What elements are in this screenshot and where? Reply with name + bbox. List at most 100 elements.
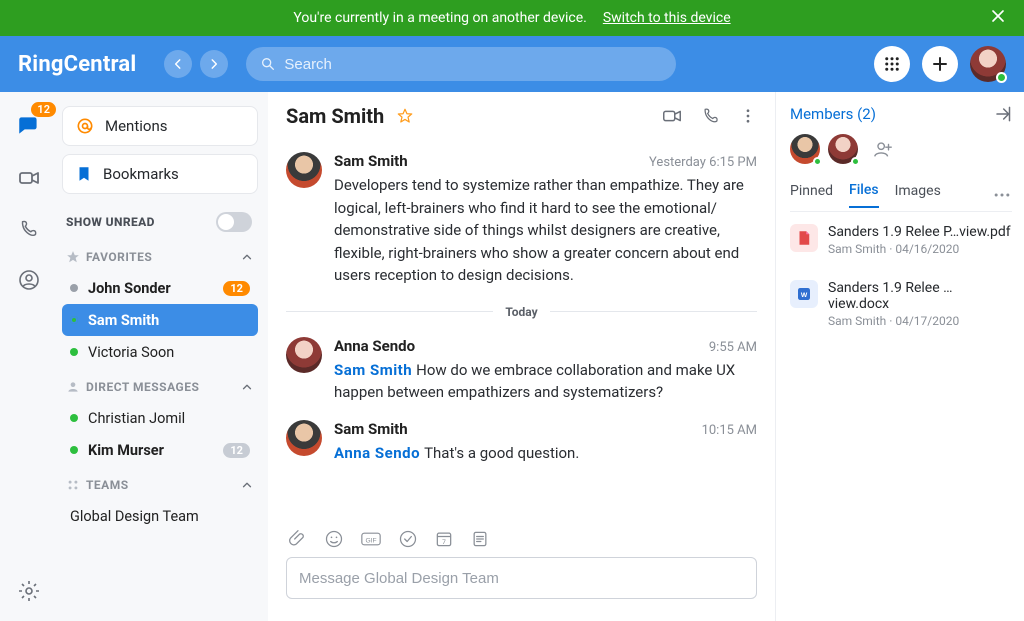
note-button[interactable] [470, 529, 490, 549]
conv-item-victoria-soon[interactable]: Victoria Soon [62, 336, 258, 368]
message-time: 9:55 AM [709, 340, 757, 355]
member-avatar[interactable] [828, 134, 858, 164]
profile-avatar[interactable] [970, 46, 1006, 82]
message-time: 10:15 AM [702, 423, 757, 438]
member-avatar[interactable] [790, 134, 820, 164]
chevron-up-icon[interactable] [240, 380, 254, 394]
add-member-button[interactable] [872, 138, 894, 160]
teams-icon [66, 478, 80, 492]
message-text: Anna SendoThat's a good question. [334, 442, 757, 465]
rail-phone-button[interactable] [18, 218, 40, 240]
banner-close-button[interactable] [988, 6, 1008, 26]
collapse-panel-button[interactable] [992, 104, 1012, 124]
event-button[interactable]: 7 [434, 529, 454, 549]
conv-item-sam-smith[interactable]: Sam Smith [62, 304, 258, 336]
message-time: Yesterday 6:15 PM [649, 155, 757, 170]
file-item[interactable]: W Sanders 1.9 Relee …view.docx Sam Smith… [790, 268, 1012, 340]
mention[interactable]: Sam Smith [334, 361, 412, 379]
close-icon [988, 6, 1008, 26]
nav-forward-button[interactable] [200, 50, 228, 78]
kebab-icon [739, 107, 757, 125]
message-author: Sam Smith [334, 420, 408, 438]
members-header[interactable]: Members (2) [790, 104, 1012, 124]
message-text: Developers tend to systemize rather than… [334, 174, 757, 287]
show-unread-toggle[interactable] [216, 212, 252, 232]
calendar-icon: 7 [434, 529, 454, 549]
banner-link[interactable]: Switch to this device [603, 10, 731, 26]
section-title: FAVORITES [86, 250, 240, 264]
start-call-button[interactable] [701, 106, 721, 126]
check-circle-icon [398, 529, 418, 549]
person-icon [66, 380, 80, 394]
conversation-more-button[interactable] [739, 107, 757, 125]
video-icon [17, 166, 41, 190]
composer-input[interactable] [299, 570, 744, 587]
start-video-button[interactable] [661, 105, 683, 127]
banner-text: You're currently in a meeting on another… [293, 10, 586, 26]
mentions-card[interactable]: Mentions [62, 106, 258, 146]
file-meta: Sam Smith · 04/17/2020 [828, 314, 1012, 328]
search-input[interactable] [284, 56, 662, 73]
emoji-button[interactable] [324, 529, 344, 549]
presence-dot [70, 414, 78, 422]
person-circle-icon [17, 268, 41, 292]
message-list[interactable]: Sam Smith Yesterday 6:15 PM Developers t… [268, 140, 775, 521]
presence-indicator [851, 157, 860, 166]
mention[interactable]: Anna Sendo [334, 444, 420, 462]
chevron-up-icon[interactable] [240, 478, 254, 492]
rail-messages-button[interactable]: 12 [16, 112, 42, 138]
conv-item-john-sonder[interactable]: John Sonder 12 [62, 272, 258, 304]
teams-header[interactable]: TEAMS [62, 466, 258, 500]
add-user-icon [872, 138, 894, 160]
conv-item-global-design-team[interactable]: Global Design Team [62, 500, 258, 532]
conv-item-christian-jomil[interactable]: Christian Jomil [62, 402, 258, 434]
pdf-icon [795, 229, 813, 247]
tab-files[interactable]: Files [849, 182, 879, 208]
nav-back-button[interactable] [164, 50, 192, 78]
avatar[interactable] [286, 420, 322, 456]
presence-indicator [813, 157, 822, 166]
avatar[interactable] [286, 152, 322, 188]
conv-item-kim-murser[interactable]: Kim Murser 12 [62, 434, 258, 466]
file-meta: Sam Smith · 04/16/2020 [828, 242, 1011, 256]
tab-images[interactable]: Images [895, 183, 941, 207]
file-name: Sanders 1.9 Relee …view.docx [828, 280, 1012, 312]
attach-button[interactable] [288, 529, 308, 549]
show-unread-label: SHOW UNREAD [66, 215, 155, 229]
tabs-more-button[interactable] [992, 185, 1012, 205]
details-panel: Members (2) Pinned Files Images [776, 92, 1024, 621]
mentions-label: Mentions [105, 117, 167, 135]
favorite-star-button[interactable] [396, 107, 414, 125]
dms-header[interactable]: DIRECT MESSAGES [62, 368, 258, 402]
composer-input-wrapper[interactable] [286, 557, 757, 599]
message: Anna Sendo 9:55 AM Sam SmithHow do we em… [286, 329, 757, 412]
rail-settings-button[interactable] [17, 579, 41, 603]
conv-name: Sam Smith [88, 312, 250, 329]
bookmark-icon [75, 165, 93, 183]
conv-name: Global Design Team [70, 508, 250, 525]
file-item[interactable]: Sanders 1.9 Relee P…view.pdf Sam Smith ·… [790, 212, 1012, 268]
emoji-icon [324, 529, 344, 549]
gif-button[interactable]: GIF [360, 529, 382, 549]
composer-toolbar: GIF 7 [286, 529, 757, 549]
avatar[interactable] [286, 337, 322, 373]
unread-badge: 12 [223, 443, 250, 458]
task-button[interactable] [398, 529, 418, 549]
date-divider: Today [286, 305, 757, 319]
chevron-up-icon[interactable] [240, 250, 254, 264]
new-action-button[interactable] [922, 46, 958, 82]
svg-text:GIF: GIF [365, 537, 376, 544]
presence-dot [70, 446, 78, 454]
rail-video-button[interactable] [17, 166, 41, 190]
message-composer: GIF 7 [268, 521, 775, 621]
presence-dot [70, 284, 78, 292]
search-bar[interactable] [246, 47, 676, 81]
dialpad-button[interactable] [874, 46, 910, 82]
bookmarks-card[interactable]: Bookmarks [62, 154, 258, 194]
favorites-header[interactable]: FAVORITES [62, 238, 258, 272]
file-type-icon [790, 224, 818, 252]
conversation-list-panel: Mentions Bookmarks SHOW UNREAD FAVORITES… [58, 92, 268, 621]
rail-contacts-button[interactable] [17, 268, 41, 292]
svg-text:W: W [801, 292, 808, 299]
tab-pinned[interactable]: Pinned [790, 183, 833, 207]
